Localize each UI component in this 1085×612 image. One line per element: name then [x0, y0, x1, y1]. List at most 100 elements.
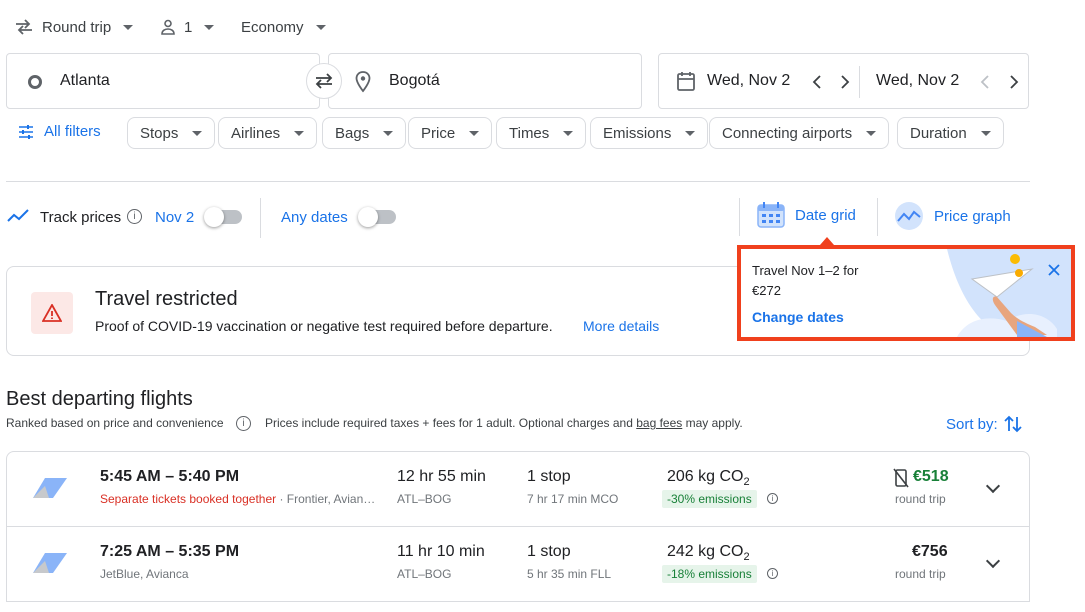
flight-route: ATL–BOG — [397, 567, 452, 581]
destination-input[interactable]: Bogotá — [328, 53, 642, 109]
next-return-date-icon[interactable] — [1009, 74, 1019, 90]
chip-label: Duration — [910, 124, 967, 142]
flight-price: €518 — [913, 468, 949, 485]
chevron-down-icon — [866, 130, 877, 136]
bag-fees-link[interactable]: bag fees — [636, 416, 682, 430]
price-graph-button[interactable]: Price graph — [894, 201, 1011, 231]
price-type: round trip — [895, 567, 946, 581]
close-icon[interactable] — [1048, 264, 1060, 276]
expand-chevron-icon[interactable] — [985, 478, 1001, 494]
sort-button[interactable]: Sort by: — [946, 415, 1022, 433]
all-filters-button[interactable]: All filters — [18, 123, 101, 140]
airline-names: · Frontier, Avian… — [276, 492, 376, 506]
destination-value: Bogotá — [389, 72, 440, 89]
chevron-down-icon — [192, 130, 203, 136]
banner-title: Travel restricted — [95, 288, 238, 310]
filter-chip-price[interactable]: Price — [408, 117, 493, 149]
filter-chip-stops[interactable]: Stops — [127, 117, 216, 149]
airline-names: JetBlue, Avianca — [100, 567, 189, 581]
co2-subscript: 2 — [743, 476, 750, 489]
chip-label: Price — [421, 124, 456, 142]
prev-return-date-icon[interactable] — [980, 74, 990, 90]
filter-chip-bags[interactable]: Bags — [322, 117, 407, 149]
prev-depart-date-icon[interactable] — [812, 74, 822, 90]
co2-value: 242 kg CO — [667, 543, 744, 560]
return-date-value[interactable]: Wed, Nov 2 — [876, 72, 959, 90]
paper-plane-illustration — [947, 249, 1071, 337]
filter-sliders-icon — [19, 124, 33, 139]
swap-arrows-icon — [315, 73, 333, 89]
swap-button[interactable] — [306, 63, 342, 99]
chevron-down-icon — [383, 130, 394, 136]
cabin-class-label: Economy — [241, 18, 304, 36]
date-range-field: Wed, Nov 2 Wed, Nov 2 — [658, 53, 1029, 109]
flight-row[interactable]: 7:25 AM – 5:35 PM JetBlue, Avianca 11 hr… — [6, 526, 1030, 602]
trip-type-select[interactable]: Round trip — [14, 14, 134, 40]
flight-route: ATL–BOG — [397, 492, 452, 506]
flight-carriers: Separate tickets booked together · Front… — [100, 492, 375, 506]
trip-type-label: Round trip — [42, 18, 112, 36]
origin-circle-icon — [28, 75, 42, 89]
results-heading: Best departing flights — [6, 388, 193, 410]
location-pin-icon — [355, 71, 371, 93]
flight-layover: 7 hr 17 min MCO — [527, 492, 619, 506]
emissions-badge: -30% emissions — [662, 490, 757, 508]
filter-chip-times[interactable]: Times — [496, 117, 587, 149]
ranked-note: Ranked based on price and convenience — [6, 416, 224, 430]
round-trip-icon — [16, 19, 32, 35]
popup-pointer — [820, 237, 834, 245]
separate-tickets-warning: Separate tickets booked together — [100, 492, 277, 506]
filter-chip-emissions[interactable]: Emissions — [590, 117, 709, 149]
tools-divider — [877, 198, 878, 236]
track-date-toggle[interactable] — [204, 207, 242, 227]
chevron-down-icon — [469, 130, 480, 136]
chip-label: Emissions — [603, 124, 672, 142]
toggle-knob — [358, 207, 378, 227]
tracking-divider — [260, 198, 261, 238]
airline-logo — [33, 553, 67, 573]
passengers-select[interactable]: 1 — [160, 14, 215, 40]
flight-stops: 1 stop — [527, 543, 571, 560]
flight-duration: 11 hr 10 min — [397, 543, 485, 560]
prices-note-end: may apply. — [685, 416, 743, 430]
cabin-class-select[interactable]: Economy — [241, 14, 326, 40]
trend-line-icon — [7, 209, 29, 222]
any-dates-toggle[interactable] — [358, 207, 396, 227]
person-icon — [161, 19, 175, 35]
chevron-down-icon — [685, 130, 696, 136]
change-dates-link[interactable]: Change dates — [752, 309, 844, 325]
all-filters-label: All filters — [44, 123, 101, 140]
info-icon[interactable]: i — [767, 568, 778, 579]
origin-value: Atlanta — [60, 72, 110, 89]
more-details-link[interactable]: More details — [583, 318, 659, 334]
filter-chip-connecting-airports[interactable]: Connecting airports — [709, 117, 890, 149]
toggle-knob — [204, 207, 224, 227]
expand-chevron-icon[interactable] — [985, 553, 1001, 569]
section-divider — [6, 181, 1030, 182]
filter-chip-airlines[interactable]: Airlines — [218, 117, 318, 149]
date-grid-icon — [757, 202, 785, 228]
prices-note-text: Prices include required taxes + fees for… — [265, 416, 633, 430]
emissions-badge: -18% emissions — [662, 565, 757, 583]
popup-line1: Travel Nov 1–2 for — [752, 263, 859, 278]
flight-row[interactable]: 5:45 AM – 5:40 PM Separate tickets booke… — [6, 451, 1030, 527]
warning-icon — [31, 292, 73, 334]
chevron-down-icon — [315, 24, 326, 30]
info-icon[interactable]: i — [236, 416, 251, 431]
tools-divider — [739, 198, 740, 236]
chevron-down-icon — [294, 130, 305, 136]
depart-date-value[interactable]: Wed, Nov 2 — [707, 72, 790, 90]
info-icon[interactable]: i — [767, 493, 778, 504]
next-depart-date-icon[interactable] — [840, 74, 850, 90]
date-grid-label: Date grid — [795, 206, 856, 224]
track-prices-label: Track prices — [40, 209, 122, 226]
co2-value: 206 kg CO — [667, 468, 744, 485]
filter-chip-duration[interactable]: Duration — [897, 117, 1004, 149]
date-grid-button[interactable]: Date grid — [757, 201, 856, 229]
chip-label: Bags — [335, 124, 370, 142]
co2-subscript: 2 — [743, 551, 750, 564]
flight-stops: 1 stop — [527, 468, 571, 485]
info-icon[interactable]: i — [127, 209, 142, 224]
date-divider — [859, 66, 860, 98]
origin-input[interactable]: Atlanta — [6, 53, 320, 109]
